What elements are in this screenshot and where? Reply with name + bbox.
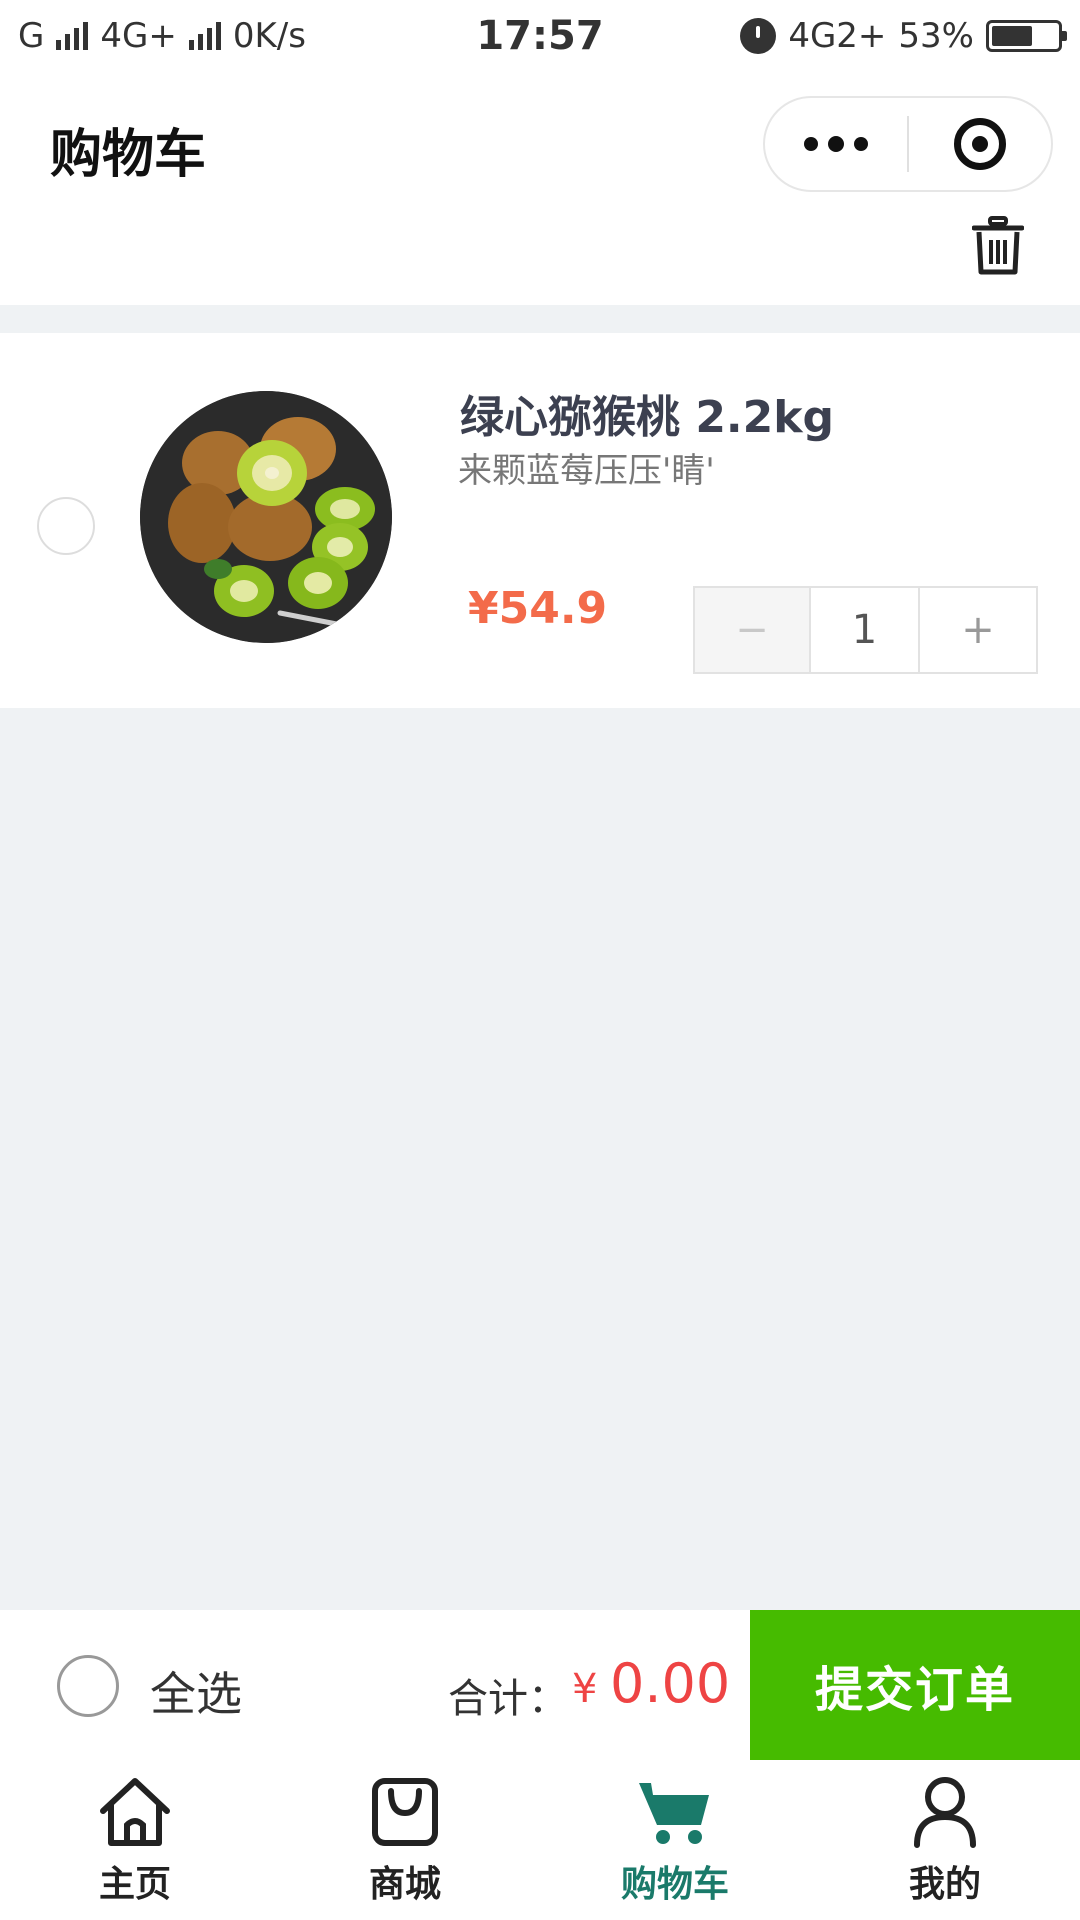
- battery-percent: 53%: [898, 16, 974, 56]
- cart-content: 绿心猕猴桃 2.2kg 来颗蓝莓压压'睛' ¥54.9 − 1 +: [0, 305, 1080, 1610]
- item-select-checkbox[interactable]: [37, 497, 95, 555]
- net-speed: 0K/s: [232, 16, 306, 56]
- total-amount: 0.00: [610, 1652, 731, 1715]
- status-bar: G 4G+ 0K/s 17:57 4G2+ 53%: [0, 0, 1080, 72]
- quantity-stepper: − 1 +: [693, 586, 1038, 674]
- carrier-label: G: [18, 16, 45, 56]
- quantity-value[interactable]: 1: [811, 588, 920, 672]
- tab-label-cart: 购物车: [620, 1864, 729, 1905]
- more-dots-icon[interactable]: [765, 98, 907, 190]
- tab-mine[interactable]: 我的: [810, 1760, 1080, 1920]
- increase-button[interactable]: +: [920, 588, 1036, 672]
- status-right: 4G2+ 53%: [740, 16, 1067, 56]
- total-label: 合计：: [448, 1676, 568, 1722]
- signal-icon-2: [188, 22, 221, 50]
- cart-item: 绿心猕猴桃 2.2kg 来颗蓝莓压压'睛' ¥54.9 − 1 +: [0, 333, 1080, 708]
- tab-label-mall: 商城: [368, 1864, 441, 1905]
- alarm-icon: [740, 18, 777, 54]
- page-title: 购物车: [50, 125, 207, 185]
- network-label: 4G+: [100, 16, 177, 56]
- status-left: G 4G+ 0K/s: [18, 16, 306, 56]
- tab-home[interactable]: 主页: [0, 1760, 270, 1920]
- submit-order-button[interactable]: 提交订单: [750, 1610, 1080, 1760]
- nav-header: 购物车: [0, 72, 1080, 212]
- tab-label-home: 主页: [98, 1864, 171, 1905]
- product-subtitle: 来颗蓝莓压压'睛': [458, 451, 715, 491]
- tab-mall[interactable]: 商城: [270, 1760, 540, 1920]
- product-title[interactable]: 绿心猕猴桃 2.2kg: [460, 381, 834, 445]
- miniprogram-capsule: [763, 96, 1053, 192]
- select-all-label[interactable]: 全选: [150, 1658, 242, 1724]
- trash-icon[interactable]: [972, 216, 1024, 276]
- cart-icon: [639, 1783, 709, 1844]
- home-icon: [100, 1778, 170, 1846]
- battery-icon: [986, 20, 1067, 52]
- user-icon: [914, 1777, 976, 1848]
- shopping-bag-icon: [372, 1778, 438, 1846]
- checkout-bar: 全选 合计： ¥ 0.00 提交订单: [0, 1610, 1080, 1760]
- tab-cart[interactable]: 购物车: [540, 1760, 810, 1920]
- decrease-button[interactable]: −: [695, 588, 811, 672]
- target-icon[interactable]: [909, 98, 1051, 190]
- total-currency: ¥: [572, 1666, 598, 1712]
- tab-label-mine: 我的: [908, 1864, 981, 1905]
- product-price: ¥54.9: [468, 583, 608, 634]
- select-all-checkbox[interactable]: [57, 1655, 119, 1717]
- signal-icon: [56, 22, 89, 50]
- product-image[interactable]: [140, 391, 392, 643]
- clock: 17:57: [476, 13, 604, 59]
- network-right-label: 4G2+: [788, 16, 887, 56]
- tab-bar: 主页 商城 购物车 我的: [0, 1760, 1080, 1920]
